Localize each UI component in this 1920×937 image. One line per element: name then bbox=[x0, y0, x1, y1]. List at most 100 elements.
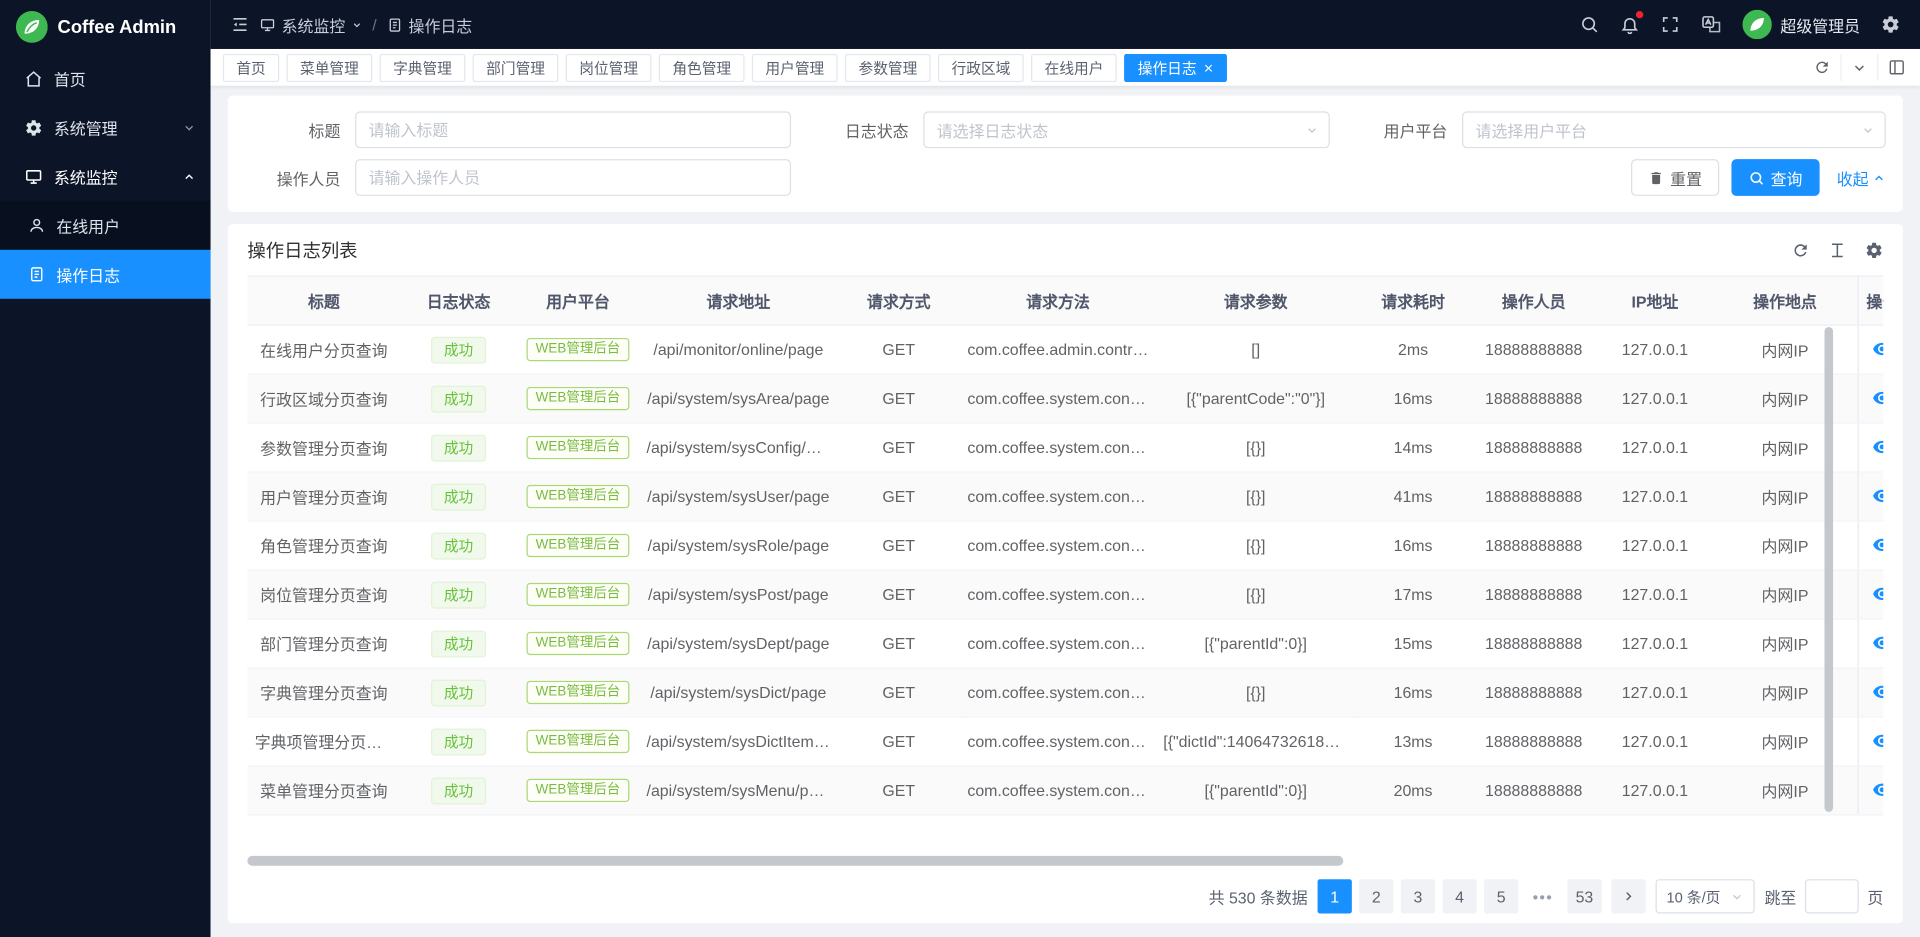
log-status-select[interactable]: 请选择日志状态 bbox=[923, 111, 1330, 148]
refresh-icon[interactable] bbox=[1791, 241, 1809, 259]
operator-input[interactable] bbox=[355, 159, 791, 196]
search-icon[interactable] bbox=[1580, 15, 1600, 35]
filter-panel: 标题 日志状态 请选择日志状态 用户平台 bbox=[228, 96, 1903, 212]
view-detail-button[interactable] bbox=[1870, 582, 1883, 606]
tab-item[interactable]: 菜单管理 bbox=[287, 53, 373, 81]
view-detail-button[interactable] bbox=[1870, 484, 1883, 508]
table-container: 标题日志状态用户平台请求地址请求方式请求方法请求参数请求耗时操作人员IP地址操作… bbox=[247, 276, 1883, 870]
table-row: 字典项管理分页查询成功WEB管理后台/api/system/sysDictIte… bbox=[247, 717, 1883, 766]
tab-item[interactable]: 字典管理 bbox=[380, 53, 466, 81]
cell-request-duration: 16ms bbox=[1356, 521, 1471, 570]
menu-fold-icon[interactable] bbox=[230, 15, 250, 35]
page-button-53[interactable]: 53 bbox=[1567, 879, 1601, 913]
collapse-link[interactable]: 收起 bbox=[1837, 166, 1886, 189]
table-row: 岗位管理分页查询成功WEB管理后台/api/system/sysPost/pag… bbox=[247, 570, 1883, 619]
column-header: 请求方法 bbox=[960, 276, 1156, 325]
cell-request-duration: 2ms bbox=[1356, 325, 1471, 374]
next-page-button[interactable] bbox=[1611, 879, 1645, 913]
user-platform-select[interactable]: 请选择用户平台 bbox=[1462, 111, 1886, 148]
card-tools bbox=[1791, 241, 1883, 259]
log-document-icon bbox=[387, 17, 403, 33]
filter-actions: 重置 查询 收起 bbox=[1631, 159, 1886, 196]
gear-icon bbox=[24, 118, 42, 136]
page-button-2[interactable]: 2 bbox=[1359, 879, 1393, 913]
settings-gear-icon[interactable] bbox=[1881, 15, 1901, 35]
view-detail-button[interactable] bbox=[1870, 778, 1883, 802]
sidebar-item-system-management[interactable]: 系统管理 bbox=[0, 103, 211, 152]
tab-item[interactable]: 首页 bbox=[223, 53, 279, 81]
view-detail-button[interactable] bbox=[1870, 729, 1883, 753]
title-input[interactable] bbox=[355, 111, 791, 148]
table-body: 在线用户分页查询成功WEB管理后台/api/monitor/online/pag… bbox=[247, 325, 1883, 815]
sidebar-item-label: 系统监控 bbox=[54, 165, 118, 188]
view-detail-button[interactable] bbox=[1870, 680, 1883, 704]
column-settings-gear-icon[interactable] bbox=[1865, 241, 1883, 259]
fullscreen-icon[interactable] bbox=[1660, 15, 1680, 35]
sidebar-submenu: 在线用户 操作日志 bbox=[0, 201, 211, 299]
tab-item[interactable]: 部门管理 bbox=[473, 53, 559, 81]
trash-icon bbox=[1648, 170, 1664, 186]
cell-title: 用户管理分页查询 bbox=[247, 472, 400, 521]
page-button-5[interactable]: 5 bbox=[1484, 879, 1518, 913]
tab-item[interactable]: 用户管理 bbox=[752, 53, 838, 81]
tab-item[interactable]: 操作日志× bbox=[1124, 53, 1226, 81]
view-detail-button[interactable] bbox=[1870, 435, 1883, 459]
cell-action bbox=[1858, 374, 1884, 423]
cell-request-handler: com.coffee.system.controlle... bbox=[960, 766, 1156, 815]
tab-item[interactable]: 参数管理 bbox=[845, 53, 931, 81]
cell-user-platform: WEB管理后台 bbox=[517, 619, 639, 668]
status-badge: 成功 bbox=[432, 679, 486, 706]
cell-request-url: /api/system/sysConfig/page bbox=[639, 423, 837, 472]
sidebar-item-label: 系统管理 bbox=[54, 116, 118, 139]
sidebar-item-system-monitoring[interactable]: 系统监控 bbox=[0, 152, 211, 201]
cell-request-method: GET bbox=[838, 325, 960, 374]
layout-icon[interactable] bbox=[1877, 54, 1915, 81]
page-content: 标题 日志状态 请选择日志状态 用户平台 bbox=[211, 86, 1920, 937]
cell-request-handler: com.coffee.system.controlle... bbox=[960, 423, 1156, 472]
cell-operator: 18888888888 bbox=[1471, 423, 1597, 472]
cell-request-handler: com.coffee.system.controlle... bbox=[960, 668, 1156, 717]
page-button-1[interactable]: 1 bbox=[1317, 879, 1351, 913]
row-height-icon[interactable] bbox=[1828, 241, 1846, 259]
search-button[interactable]: 查询 bbox=[1731, 159, 1819, 196]
view-detail-button[interactable] bbox=[1870, 386, 1883, 410]
tab-label: 用户管理 bbox=[765, 57, 824, 78]
sidebar-item-operation-log[interactable]: 操作日志 bbox=[0, 250, 211, 299]
notification-dot bbox=[1636, 11, 1643, 18]
app-logo[interactable]: Coffee Admin bbox=[0, 0, 211, 54]
user-platform-label: 用户平台 bbox=[1381, 118, 1462, 141]
jump-page-input[interactable] bbox=[1805, 879, 1859, 913]
translate-icon[interactable] bbox=[1701, 14, 1722, 35]
page-size-select[interactable]: 10 条/页 bbox=[1655, 879, 1754, 913]
cell-user-platform: WEB管理后台 bbox=[517, 717, 639, 766]
vertical-scrollbar[interactable] bbox=[1825, 327, 1834, 812]
tab-item[interactable]: 行政区域 bbox=[938, 53, 1024, 81]
column-header: 操作人员 bbox=[1471, 276, 1597, 325]
reset-button[interactable]: 重置 bbox=[1631, 159, 1719, 196]
breadcrumb-parent[interactable]: 系统监控 bbox=[260, 13, 363, 36]
tab-item[interactable]: 在线用户 bbox=[1031, 53, 1117, 81]
tab-item[interactable]: 角色管理 bbox=[659, 53, 745, 81]
view-detail-button[interactable] bbox=[1870, 533, 1883, 557]
operator-field: 操作人员 bbox=[245, 159, 791, 196]
refresh-icon[interactable] bbox=[1804, 54, 1841, 81]
tab-label: 字典管理 bbox=[393, 57, 452, 78]
page-button-3[interactable]: 3 bbox=[1401, 879, 1435, 913]
notification-bell-icon[interactable] bbox=[1620, 15, 1640, 35]
cell-request-handler: com.coffee.system.controlle... bbox=[960, 717, 1156, 766]
view-detail-button[interactable] bbox=[1870, 631, 1883, 655]
chevron-down-icon bbox=[182, 121, 195, 134]
horizontal-scrollbar-thumb[interactable] bbox=[247, 856, 1343, 866]
user-menu[interactable]: 超级管理员 bbox=[1742, 10, 1860, 39]
sidebar-item-online-users[interactable]: 在线用户 bbox=[0, 201, 211, 250]
tab-options-chevron-icon[interactable] bbox=[1840, 54, 1877, 81]
tab-item[interactable]: 岗位管理 bbox=[566, 53, 652, 81]
tab-close-icon[interactable]: × bbox=[1204, 59, 1213, 75]
cell-request-method: GET bbox=[838, 423, 960, 472]
cell-ip-address: 127.0.0.1 bbox=[1597, 325, 1713, 374]
page-button-4[interactable]: 4 bbox=[1442, 879, 1476, 913]
breadcrumb-separator: / bbox=[372, 15, 376, 33]
user-icon bbox=[28, 217, 45, 234]
sidebar-item-home[interactable]: 首页 bbox=[0, 54, 211, 103]
view-detail-button[interactable] bbox=[1870, 337, 1883, 361]
